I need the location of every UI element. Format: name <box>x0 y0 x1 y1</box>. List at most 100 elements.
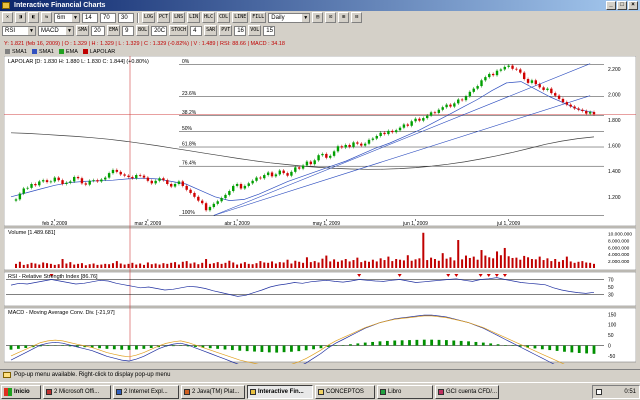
candle-body <box>468 91 472 97</box>
macd-histogram-bar <box>112 345 116 350</box>
speaker-icon[interactable] <box>596 388 602 395</box>
param-label[interactable]: SAR <box>204 25 218 36</box>
param-label[interactable]: VOL <box>248 25 262 36</box>
volume-bar <box>550 261 553 268</box>
toolbar-button[interactable]: ✕ <box>2 12 13 23</box>
mode-button[interactable]: LINE <box>232 12 249 23</box>
volume-bar <box>317 262 320 268</box>
candle-body <box>565 102 569 105</box>
param-label[interactable]: BOL <box>136 25 150 36</box>
param-field[interactable]: 4 <box>190 25 203 36</box>
param-field[interactable]: 20 <box>91 25 106 36</box>
volume-bar <box>507 256 510 268</box>
indicator2-select[interactable]: MACD ▼ <box>38 25 74 36</box>
volume-bar <box>368 261 371 268</box>
volume-bar <box>189 263 192 268</box>
mode-button[interactable]: HLC <box>202 12 216 23</box>
candle-body <box>220 198 223 202</box>
taskbar-item-active[interactable]: Interactive Fin... <box>247 384 313 399</box>
legend-item[interactable]: SMA1 <box>5 49 27 55</box>
param-label[interactable]: STOCH <box>169 25 189 36</box>
system-tray: 0:51 <box>592 384 640 399</box>
number-field[interactable]: 30 <box>118 12 134 23</box>
param-field[interactable]: 20C <box>151 25 168 36</box>
candle-body <box>573 106 576 109</box>
maximize-button[interactable]: □ <box>617 1 627 10</box>
volume-bar <box>352 260 355 268</box>
candle-body <box>34 184 37 186</box>
candle-body <box>181 181 185 186</box>
mode-button[interactable]: CDL <box>217 12 231 23</box>
java-icon <box>184 388 190 395</box>
y-tick-label: 1.600 <box>608 144 621 150</box>
y-tick-label: 4.000.000 <box>608 252 630 258</box>
number-field[interactable]: 14 <box>82 12 98 23</box>
param-field[interactable]: 16 <box>234 25 247 36</box>
param-label[interactable]: PVT <box>219 25 233 36</box>
volume-bar <box>166 263 169 268</box>
volume-bar <box>340 260 343 268</box>
taskbar: Inicio 2 Microsoft Offi... 2 Internet Ex… <box>0 382 640 400</box>
taskbar-item[interactable]: 2 Microsoft Offi... <box>43 384 111 399</box>
candle-body <box>138 175 142 176</box>
quote-info-line: Y: 1.821 (feb 16, 2009) | O : 1.329 | H … <box>4 41 285 47</box>
param-field[interactable]: 9 <box>122 25 135 36</box>
toolbar-button[interactable]: ⊟ <box>351 12 363 23</box>
y-tick-label: 1.200 <box>608 195 621 201</box>
start-button[interactable]: Inicio <box>1 384 41 399</box>
legend-item[interactable]: EMA <box>58 49 78 55</box>
toolbar-button[interactable]: ▤ <box>312 12 324 23</box>
interval-select[interactable]: Daily ▼ <box>268 12 311 23</box>
volume-bar <box>38 264 41 268</box>
minimize-button[interactable]: _ <box>606 1 616 10</box>
number-field[interactable]: 70 <box>100 12 116 23</box>
close-button[interactable]: × <box>628 1 638 10</box>
volume-bar <box>530 259 533 268</box>
taskbar-item[interactable]: 2 Internet Expl... <box>113 384 179 399</box>
y-tick-label: 30 <box>608 293 614 299</box>
volume-bar <box>232 262 235 268</box>
mode-button[interactable]: LOG <box>142 12 156 23</box>
chart-area[interactable]: 0% 23.6% 38.2% 50% 61.8% 76.4% 100% 2.200 2.000 1… <box>3 55 637 380</box>
chart-canvas[interactable]: 0% 23.6% 38.2% 50% 61.8% 76.4% 100% 2.200 2.000 1… <box>3 55 637 380</box>
volume-bar <box>49 263 52 268</box>
taskbar-item-label: 2 Microsoft Offi... <box>54 388 100 395</box>
candle-body <box>84 183 88 185</box>
candle-body <box>557 95 561 99</box>
volume-bar <box>220 263 223 268</box>
candle-body <box>499 69 503 71</box>
candle-body <box>251 180 254 184</box>
toolbar-button[interactable]: ⊞ <box>338 12 350 23</box>
toolbar-button[interactable]: ◧ <box>28 12 39 23</box>
taskbar-item[interactable]: CONCEPTOS <box>315 384 375 399</box>
param-label[interactable]: EMA <box>107 25 121 36</box>
macd-histogram-bar <box>267 345 271 353</box>
volume-bar <box>379 258 382 268</box>
candle-body <box>375 136 378 139</box>
volume-bar <box>139 263 142 268</box>
period-select[interactable]: 6m ▼ <box>54 12 80 23</box>
volume-bar <box>348 261 351 268</box>
mode-button[interactable]: PCT <box>157 12 171 23</box>
indicator-select[interactable]: RSI ▼ <box>2 25 36 36</box>
param-label[interactable]: SMA <box>76 25 90 36</box>
param-field[interactable]: 15 <box>263 25 276 36</box>
candle-body <box>329 155 332 158</box>
macd-histogram-bar <box>253 345 256 352</box>
taskbar-item[interactable]: Libro <box>377 384 433 399</box>
toolbar-button[interactable]: ⊡ <box>325 12 337 23</box>
mode-button[interactable]: LIN <box>187 12 201 23</box>
volume-bar <box>205 259 208 268</box>
volume-bar <box>519 259 522 268</box>
mode-button[interactable]: FILL <box>250 12 267 23</box>
y-tick-label: 70 <box>608 278 614 284</box>
legend-item[interactable]: SMA1 <box>31 49 54 55</box>
toolbar-button[interactable]: ⇆ <box>41 12 52 23</box>
volume-bar <box>472 256 475 268</box>
toolbar-button[interactable]: ◨ <box>15 12 26 23</box>
legend-item[interactable]: LAPOLAR <box>82 49 115 55</box>
taskbar-item[interactable]: GCI cuenta CFD/... <box>435 384 499 399</box>
volume-bar <box>154 263 157 268</box>
taskbar-item[interactable]: 2 Java(TM) Plat... <box>181 384 245 399</box>
mode-button[interactable]: LNS <box>172 12 186 23</box>
